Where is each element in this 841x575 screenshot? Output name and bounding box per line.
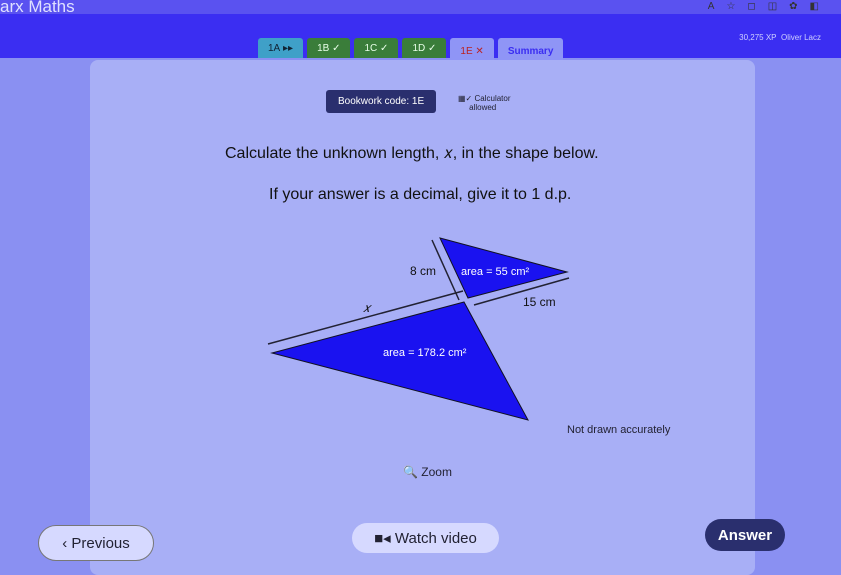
label-x: 𝑥 bbox=[363, 300, 373, 315]
label-area-large: area = 178.2 cm² bbox=[383, 347, 467, 359]
label-8cm: 8 cm bbox=[410, 264, 436, 278]
video-icon: ■◂ bbox=[374, 530, 395, 547]
large-triangle bbox=[270, 301, 529, 421]
not-drawn-note: Not drawn accurately bbox=[567, 424, 671, 436]
triangle-diagram: 8 cm 15 cm 𝑥 area = 55 cm² area = 178.2 … bbox=[267, 237, 570, 421]
zoom-button[interactable]: 🔍 Zoom bbox=[403, 465, 452, 479]
label-area-small: area = 55 cm² bbox=[461, 266, 530, 278]
zoom-icon: 🔍 bbox=[403, 465, 418, 479]
label-15cm: 15 cm bbox=[523, 295, 556, 309]
chevron-left-icon: ‹ bbox=[62, 534, 72, 552]
answer-button[interactable]: Answer bbox=[705, 519, 785, 551]
watch-video-button[interactable]: ■◂ Watch video bbox=[352, 523, 499, 553]
previous-button[interactable]: ‹ Previous bbox=[38, 525, 154, 561]
